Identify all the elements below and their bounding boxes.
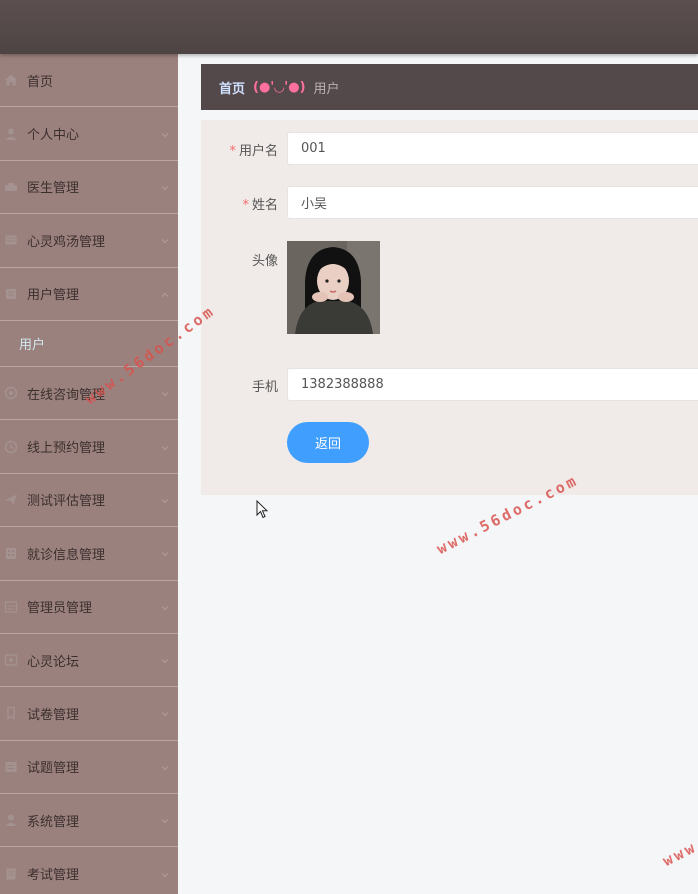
required-asterisk: *	[242, 198, 249, 213]
top-header-bar	[0, 0, 698, 54]
chevron-down-icon	[160, 762, 170, 772]
chevron-down-icon	[160, 869, 170, 879]
back-button[interactable]: 返回	[287, 422, 369, 463]
sidebar-item-personal-center[interactable]: 个人中心	[0, 107, 178, 161]
paper-icon	[4, 706, 18, 721]
send-icon	[4, 493, 18, 507]
required-asterisk: *	[229, 144, 236, 159]
sidebar-item-label: 心灵鸡汤管理	[27, 234, 106, 250]
sidebar-item-label: 试题管理	[27, 761, 80, 777]
phone-label: 手机	[251, 380, 278, 395]
username-value: 001	[301, 141, 326, 156]
sidebar-item-home[interactable]: 首页	[0, 54, 178, 108]
sidebar-item-label: 就诊信息管理	[27, 547, 106, 563]
list-icon	[4, 600, 18, 614]
building-icon	[4, 546, 18, 560]
sidebar-item-papers[interactable]: 试卷管理	[0, 687, 178, 741]
chevron-down-icon	[160, 708, 170, 718]
sidebar-item-forum[interactable]: 心灵论坛	[0, 634, 178, 688]
sidebar-item-label: 个人中心	[27, 128, 80, 144]
avatar-image	[287, 241, 380, 334]
sidebar-item-label: 系统管理	[27, 814, 80, 830]
chevron-down-icon	[160, 388, 170, 398]
exam-icon	[4, 867, 18, 881]
question-icon	[4, 760, 18, 774]
clock-icon	[4, 440, 18, 454]
sidebar-item-questions[interactable]: 试题管理	[0, 741, 178, 795]
chevron-down-icon	[160, 495, 170, 505]
sidebar-item-admin[interactable]: 管理员管理	[0, 581, 178, 634]
mouse-cursor-icon	[256, 500, 269, 519]
sidebar-item-appointment[interactable]: 线上预约管理	[0, 420, 178, 474]
breadcrumb-separator: (●'◡'●)	[253, 79, 306, 95]
person-icon	[4, 813, 18, 827]
name-value: 小吴	[301, 197, 328, 212]
sidebar-item-label: 首页	[27, 74, 54, 90]
form-row-name: * 姓名 小吴	[201, 186, 698, 219]
breadcrumb-home-link[interactable]: 首页	[219, 78, 245, 97]
breadcrumb-current: 用户	[313, 81, 340, 97]
user-icon	[4, 127, 18, 141]
sidebar-item-label: 试卷管理	[27, 707, 80, 723]
sidebar-item-label: 用户管理	[27, 288, 80, 304]
chevron-down-icon	[160, 129, 170, 139]
user-detail-form: * 用户名 001 * 姓名 小吴 头像 手机 1382388888 返回	[201, 120, 698, 495]
chevron-up-icon	[160, 289, 170, 299]
sidebar-item-label: 医生管理	[27, 181, 80, 197]
chevron-down-icon	[160, 602, 170, 612]
chevron-down-icon	[160, 548, 170, 558]
sidebar-item-label: 管理员管理	[27, 601, 93, 617]
chevron-down-icon	[160, 655, 170, 665]
sidebar-menu: 首页 个人中心 医生管理 心灵鸡汤管理 用户管理 用户 在线咨询管理 线上预约管…	[0, 54, 178, 894]
sidebar-item-exam[interactable]: 考试管理	[0, 847, 178, 894]
breadcrumb: 首页 (●'◡'●) 用户	[201, 64, 698, 110]
book-icon	[4, 233, 18, 247]
sidebar-item-label: 心灵论坛	[27, 654, 80, 670]
sidebar-item-label: 线上预约管理	[27, 441, 106, 457]
chevron-down-icon	[160, 815, 170, 825]
chat-icon	[4, 386, 18, 400]
name-field[interactable]: 小吴	[287, 186, 698, 219]
phone-field[interactable]: 1382388888	[287, 368, 698, 401]
form-row-username: * 用户名 001	[201, 132, 698, 165]
chevron-down-icon	[160, 235, 170, 245]
chevron-down-icon	[160, 182, 170, 192]
forum-icon	[4, 653, 18, 667]
sidebar-subitem-label: 用户	[19, 337, 46, 353]
avatar-label: 头像	[251, 254, 278, 269]
sidebar-item-user-management[interactable]: 用户管理	[0, 268, 178, 321]
phone-value: 1382388888	[301, 377, 384, 392]
users-icon	[4, 287, 18, 301]
form-row-phone: 手机 1382388888	[201, 368, 698, 401]
username-label: * 用户名	[188, 140, 278, 159]
sidebar-item-label: 考试管理	[27, 868, 80, 884]
name-label-text: 姓名	[251, 198, 278, 213]
chevron-down-icon	[160, 442, 170, 452]
sidebar-item-assessment[interactable]: 测试评估管理	[0, 474, 178, 528]
sidebar-item-system[interactable]: 系统管理	[0, 794, 178, 848]
sidebar-item-soul-soup[interactable]: 心灵鸡汤管理	[0, 214, 178, 268]
sidebar-item-doctor[interactable]: 医生管理	[0, 161, 178, 215]
username-label-text: 用户名	[238, 144, 278, 159]
doctor-icon	[4, 180, 18, 194]
name-label: * 姓名	[188, 194, 278, 213]
sidebar-item-visit-info[interactable]: 就诊信息管理	[0, 527, 178, 581]
main-content: 首页 (●'◡'●) 用户 * 用户名 001 * 姓名 小吴 头像 手机 13…	[178, 54, 698, 894]
sidebar-item-label: 测试评估管理	[27, 494, 106, 510]
home-icon	[4, 73, 18, 87]
username-field[interactable]: 001	[287, 132, 698, 165]
